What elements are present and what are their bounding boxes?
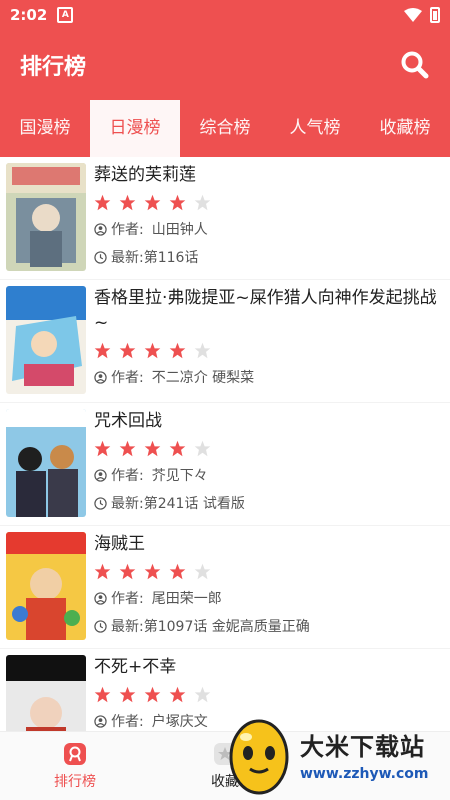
star-icon xyxy=(169,194,186,210)
author-row: 作者: 尾田荣一郎 xyxy=(94,587,438,609)
star-icon xyxy=(144,563,161,579)
star-icon xyxy=(169,440,186,456)
comic-title[interactable]: 海贼王 xyxy=(94,532,438,557)
rating-stars xyxy=(94,192,438,212)
author-label: 作者: xyxy=(111,714,144,730)
star-icon xyxy=(144,440,161,456)
rating-stars xyxy=(94,340,438,360)
wifi-icon xyxy=(404,8,422,22)
comic-cover[interactable] xyxy=(6,286,86,394)
comic-cover[interactable] xyxy=(6,532,86,640)
user-icon xyxy=(94,370,107,384)
author-label: 作者: xyxy=(111,468,144,484)
latest-row: 最新: 第1097话 金妮高质量正确 xyxy=(94,615,438,637)
star-icon xyxy=(144,342,161,358)
comic-cover[interactable] xyxy=(6,163,86,271)
comic-item[interactable]: 咒术回战 作者: 芥见下々 最新: 第241话 试看版 xyxy=(0,403,450,526)
latest-label: 最新: xyxy=(111,496,144,512)
comic-title[interactable]: 葬送的芙莉莲 xyxy=(94,163,438,188)
star-icon xyxy=(169,342,186,358)
star-empty-icon xyxy=(194,342,211,358)
star-icon xyxy=(119,686,136,702)
status-bar: 2:02 A xyxy=(0,0,450,30)
comic-item[interactable]: 葬送的芙莉莲 作者: 山田钟人 最新: 第116话 xyxy=(0,157,450,280)
star-icon xyxy=(119,194,136,210)
author-row: 作者: 不二凉介 硬梨菜 xyxy=(94,366,438,388)
comic-cover[interactable] xyxy=(6,409,86,517)
star-empty-icon xyxy=(194,563,211,579)
latest-chapter: 第116话 xyxy=(143,250,199,266)
star-icon xyxy=(94,342,111,358)
comic-title[interactable]: 咒术回战 xyxy=(94,409,438,434)
rating-stars xyxy=(94,438,438,458)
clock-icon xyxy=(94,619,107,633)
star-icon xyxy=(119,342,136,358)
author-name: 尾田荣一郎 xyxy=(151,591,222,607)
nav-ranking-label: 排行榜 xyxy=(54,774,96,790)
rating-stars xyxy=(94,561,438,581)
author-name: 山田钟人 xyxy=(151,222,208,238)
ranking-icon xyxy=(64,743,86,765)
comic-item[interactable]: 香格里拉·弗陇提亚~屎作猎人向神作发起挑战~ 作者: 不二凉介 硬梨菜 xyxy=(0,280,450,403)
author-row: 作者: 芥见下々 xyxy=(94,464,438,486)
user-icon xyxy=(94,468,107,482)
author-name: 芥见下々 xyxy=(151,468,208,484)
comic-title[interactable]: 不死+不幸 xyxy=(94,655,438,680)
clock-icon xyxy=(94,250,107,264)
star-empty-icon xyxy=(194,194,211,210)
comic-cover[interactable] xyxy=(6,655,86,732)
star-icon xyxy=(94,440,111,456)
star-icon xyxy=(169,686,186,702)
comic-list: 葬送的芙莉莲 作者: 山田钟人 最新: 第116话 香格里拉·弗陇提亚~屎作猎人… xyxy=(0,157,450,732)
star-empty-icon xyxy=(194,440,211,456)
tab-guoman[interactable]: 国漫榜 xyxy=(0,100,90,157)
tab-renqi[interactable]: 人气榜 xyxy=(270,100,360,157)
tab-shoucang[interactable]: 收藏榜 xyxy=(360,100,450,157)
category-tabs: 国漫榜 日漫榜 综合榜 人气榜 收藏榜 xyxy=(0,100,450,157)
app-bar: 排行榜 xyxy=(0,30,450,100)
author-label: 作者: xyxy=(111,222,144,238)
star-icon xyxy=(119,563,136,579)
star-icon xyxy=(119,440,136,456)
star-empty-icon xyxy=(194,686,211,702)
tab-zonghe[interactable]: 综合榜 xyxy=(180,100,270,157)
star-icon xyxy=(94,563,111,579)
page-title: 排行榜 xyxy=(20,55,87,80)
rating-stars xyxy=(94,684,438,704)
user-icon xyxy=(94,714,107,728)
battery-icon xyxy=(430,7,440,23)
latest-row: 最新: 第116话 xyxy=(94,246,438,268)
comic-title[interactable]: 香格里拉·弗陇提亚~屎作猎人向神作发起挑战~ xyxy=(94,286,438,336)
star-icon xyxy=(144,686,161,702)
status-icons xyxy=(404,7,440,23)
author-name: 不二凉介 硬梨菜 xyxy=(151,370,255,386)
latest-label: 最新: xyxy=(111,619,144,635)
star-icon xyxy=(169,563,186,579)
latest-row: 最新: 第241话 试看版 xyxy=(94,492,438,514)
user-icon xyxy=(94,591,107,605)
user-icon xyxy=(94,222,107,236)
latest-label: 最新: xyxy=(111,250,144,266)
egg-mascot-icon xyxy=(229,719,289,795)
author-row: 作者: 山田钟人 xyxy=(94,218,438,240)
latest-chapter: 第241话 试看版 xyxy=(143,496,245,512)
star-icon xyxy=(144,194,161,210)
sim-icon: A xyxy=(57,7,74,23)
comic-item[interactable]: 海贼王 作者: 尾田荣一郎 最新: 第1097话 金妮高质量正确 xyxy=(0,526,450,649)
star-icon xyxy=(94,686,111,702)
search-icon[interactable] xyxy=(400,50,430,80)
watermark-title: 大米下载站 xyxy=(300,732,425,761)
site-watermark: 大米下载站 www.zzhyw.com xyxy=(220,708,450,800)
watermark-url: www.zzhyw.com xyxy=(300,765,429,782)
author-label: 作者: xyxy=(111,370,144,386)
star-icon xyxy=(94,194,111,210)
author-name: 户塚庆文 xyxy=(151,714,208,730)
status-time: 2:02 xyxy=(10,6,48,24)
latest-chapter: 第1097话 金妮高质量正确 xyxy=(143,619,310,635)
tab-riman[interactable]: 日漫榜 xyxy=(90,100,180,157)
author-label: 作者: xyxy=(111,591,144,607)
nav-ranking[interactable]: 排行榜 xyxy=(0,732,150,800)
clock-icon xyxy=(94,496,107,510)
